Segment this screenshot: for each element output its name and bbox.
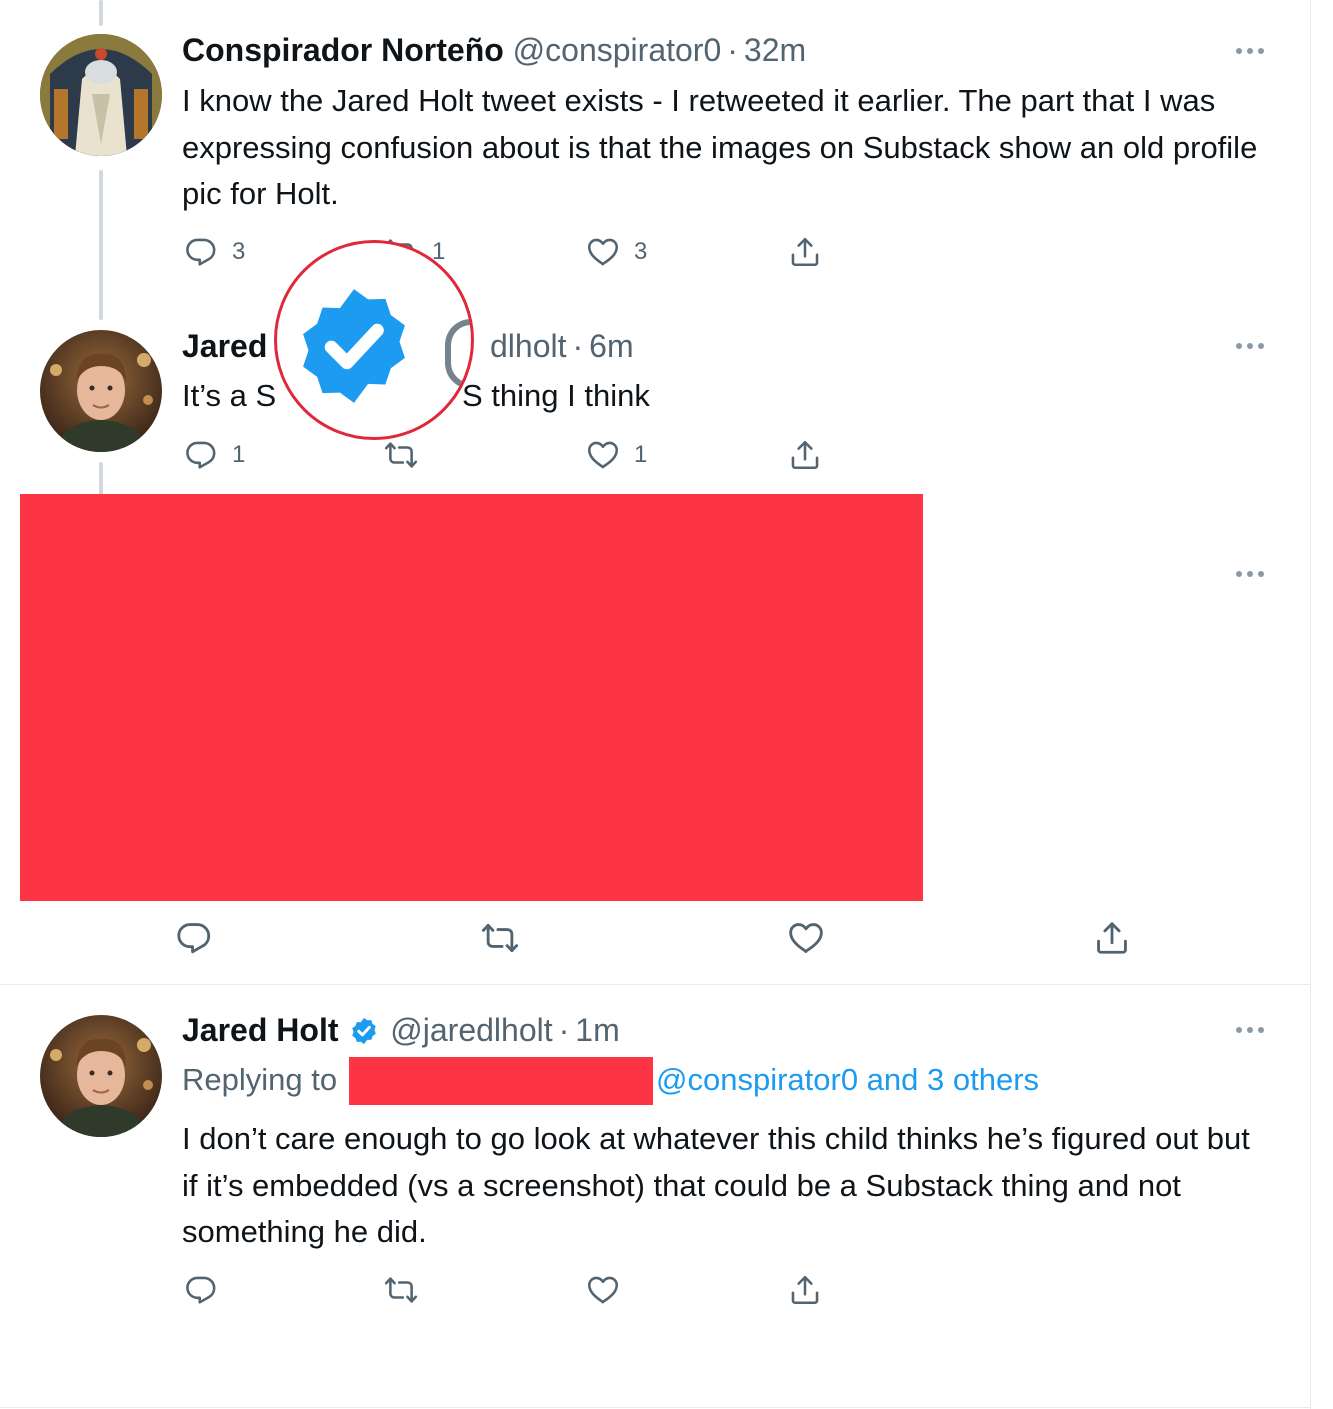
like-button[interactable]: 3	[586, 235, 647, 269]
share-button[interactable]	[788, 235, 822, 269]
tweet-text: I know the Jared Holt tweet exists - I r…	[182, 83, 1258, 211]
tweet-header: Jared	[182, 326, 267, 366]
more-icon[interactable]	[1236, 45, 1270, 57]
reply-count: 1	[232, 441, 246, 468]
reply-icon	[175, 919, 213, 957]
avatar[interactable]	[40, 330, 162, 452]
tweet-text: S thing I think	[462, 378, 650, 413]
author-handle[interactable]: @conspirator0	[513, 32, 722, 68]
like-button[interactable]	[787, 919, 825, 957]
reply-icon	[184, 235, 218, 269]
author-handle[interactable]: dlholt	[490, 328, 567, 364]
verified-badge-icon	[349, 1016, 379, 1046]
tweet-text: I don’t care enough to go look at whatev…	[182, 1121, 1250, 1249]
timestamp[interactable]: 1m	[575, 1012, 619, 1048]
share-icon	[788, 1273, 822, 1307]
redaction-block	[20, 494, 923, 901]
reply-button[interactable]: 1	[184, 438, 245, 472]
replying-to-mentions[interactable]: @conspirator0 and 3 others	[656, 1058, 1039, 1102]
like-count: 3	[634, 238, 648, 265]
tweet-header: Jared Holt @jaredlholt · 1m	[182, 1010, 620, 1050]
retweet-icon	[481, 919, 519, 957]
heart-icon	[586, 235, 620, 269]
reply-icon	[184, 438, 218, 472]
separator-dot: ·	[572, 328, 584, 364]
timestamp[interactable]: 32m	[744, 32, 806, 68]
like-button[interactable]	[586, 1273, 620, 1307]
reply-button[interactable]: 3	[184, 235, 245, 269]
author-handle[interactable]: @jaredlholt	[390, 1012, 552, 1048]
replying-to: Replying to @conspirator0 and 3 others	[182, 1058, 1039, 1102]
more-icon[interactable]	[1236, 340, 1270, 352]
more-icon[interactable]	[1236, 1024, 1270, 1036]
avatar[interactable]	[40, 34, 162, 156]
separator-dot: ·	[558, 1012, 570, 1048]
retweet-icon	[384, 438, 418, 472]
heart-icon	[586, 1273, 620, 1307]
replying-to-label: Replying to	[182, 1062, 338, 1097]
tweet-divider	[0, 984, 1311, 985]
timestamp[interactable]: 6m	[589, 328, 633, 364]
share-icon	[788, 438, 822, 472]
reply-count: 3	[232, 238, 246, 265]
author-name[interactable]: Conspirador Norteño	[182, 32, 504, 68]
thread-line	[99, 0, 103, 26]
heart-icon	[586, 438, 620, 472]
zoom-annotation-circle	[274, 240, 474, 440]
avatar[interactable]	[40, 1015, 162, 1137]
author-name[interactable]: Jared	[182, 328, 267, 364]
timeline-border-right	[1310, 0, 1311, 1409]
zoomed-at-symbol-fragment	[445, 319, 471, 389]
heart-icon	[787, 919, 825, 957]
share-icon	[788, 235, 822, 269]
like-button[interactable]: 1	[586, 438, 647, 472]
retweet-button[interactable]	[481, 919, 519, 957]
thread-line	[99, 462, 103, 496]
retweet-button[interactable]	[384, 1273, 418, 1307]
share-icon	[1093, 919, 1131, 957]
redaction-block	[349, 1057, 653, 1105]
separator-dot: ·	[727, 32, 738, 68]
tweet-header-handle: dlholt · 6m	[490, 326, 634, 366]
reply-icon	[184, 1273, 218, 1307]
retweet-button[interactable]	[384, 438, 418, 472]
retweet-icon	[384, 1273, 418, 1307]
share-button[interactable]	[788, 438, 822, 472]
share-button[interactable]	[1093, 919, 1131, 957]
author-name[interactable]: Jared Holt	[182, 1012, 338, 1048]
reply-button[interactable]	[175, 919, 213, 957]
more-icon[interactable]	[1236, 568, 1270, 580]
thread-line	[99, 170, 103, 320]
reply-button[interactable]	[184, 1273, 218, 1307]
like-count: 1	[634, 441, 648, 468]
verified-badge-icon	[289, 281, 419, 411]
tweet-header: Conspirador Norteño @conspirator0 · 32m	[182, 30, 806, 70]
timeline-border-bottom	[0, 1407, 1311, 1408]
share-button[interactable]	[788, 1273, 822, 1307]
